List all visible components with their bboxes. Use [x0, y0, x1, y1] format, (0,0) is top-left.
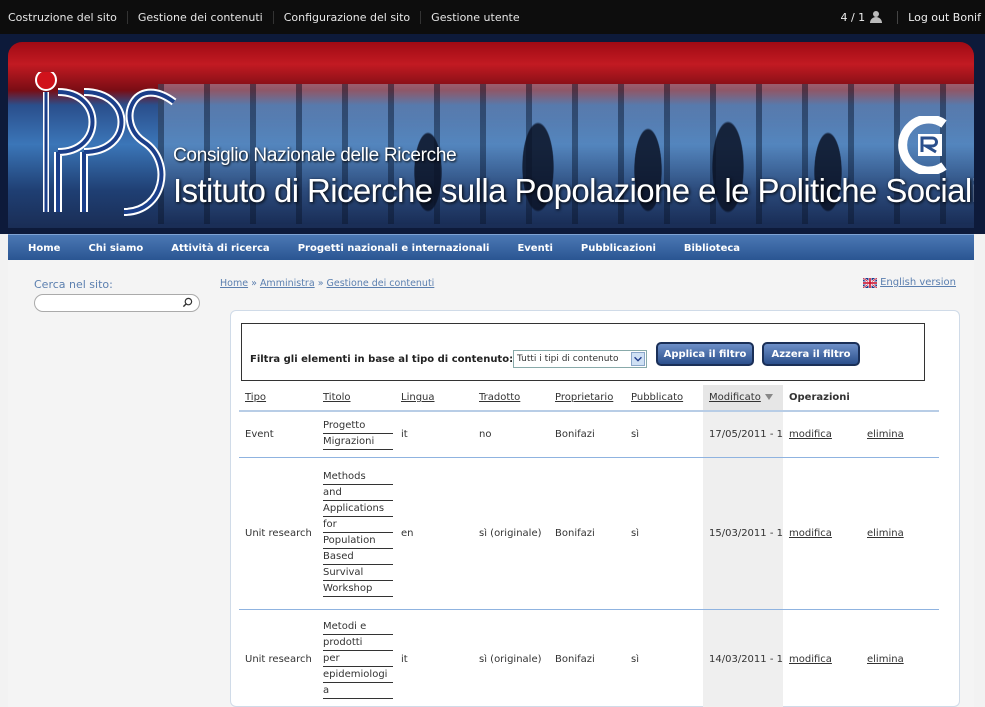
banner-title: Istituto di Ricerche sulla Popolazione e…: [173, 172, 974, 209]
nav-chi-siamo[interactable]: Chi siamo: [88, 243, 143, 254]
header-banner: Consiglio Nazionale delle Ricerche Istit…: [8, 42, 974, 228]
search-icon[interactable]: [182, 297, 193, 308]
nav-eventi[interactable]: Eventi: [517, 243, 552, 254]
cell-tradotto: no: [473, 411, 549, 458]
col-header-proprietario[interactable]: Proprietario: [549, 385, 625, 412]
edit-link[interactable]: modifica: [783, 609, 861, 707]
nav-progetti[interactable]: Progetti nazionali e internazionali: [298, 243, 490, 254]
table-row: Event Progetto Migrazioni it no Bonifazi …: [239, 411, 939, 458]
breadcrumb-home[interactable]: Home: [220, 278, 248, 289]
admin-menu-configurazione[interactable]: Configurazione del sito: [282, 10, 422, 24]
cell-titolo[interactable]: Progetto Migrazioni: [317, 411, 395, 458]
irpps-logo-icon[interactable]: [24, 72, 184, 222]
site-header: Consiglio Nazionale delle Ricerche Istit…: [0, 34, 985, 234]
cell-tipo: Unit research: [239, 609, 317, 707]
edit-link[interactable]: modifica: [783, 411, 861, 458]
table-row: Unit research Metodi e prodotti per epidemi…: [239, 609, 939, 707]
cell-lingua: it: [395, 411, 473, 458]
col-header-operazioni: Operazioni: [783, 385, 939, 412]
cell-lingua: en: [395, 457, 473, 610]
admin-menu: Costruzione del sito Gestione dei conten…: [6, 0, 538, 34]
cell-proprietario: Bonifazi: [549, 609, 625, 707]
breadcrumb-separator: »: [251, 278, 257, 289]
breadcrumb-amministra[interactable]: Amministra: [260, 278, 315, 289]
sidebar: Cerca nel sito:: [8, 260, 208, 707]
cell-tradotto: sì (originale): [473, 609, 549, 707]
nav-home[interactable]: Home: [28, 243, 60, 254]
edit-link[interactable]: modifica: [783, 457, 861, 610]
col-header-lingua[interactable]: Lingua: [395, 385, 473, 412]
table-row: Unit research Methods and Applications for P…: [239, 457, 939, 610]
cell-titolo[interactable]: Methods and Applications for Population Based…: [317, 457, 395, 610]
cell-lingua: it: [395, 609, 473, 707]
search-box: [34, 294, 200, 312]
content-table: Tipo Titolo Lingua Tradotto Proprietario…: [239, 385, 939, 707]
cell-proprietario: Bonifazi: [549, 411, 625, 458]
reset-filter-button[interactable]: Azzera il filtro: [762, 342, 860, 366]
cell-tradotto: sì (originale): [473, 457, 549, 610]
delete-link[interactable]: elimina: [861, 457, 939, 610]
main-navigation: Home Chi siamo Attività di ricerca Proge…: [8, 234, 974, 260]
cell-pubblicato: sì: [625, 609, 703, 707]
english-version-link[interactable]: English version: [863, 277, 956, 288]
content-panel: Filtra gli elementi in base al tipo di c…: [230, 310, 960, 707]
col-header-tipo[interactable]: Tipo: [239, 385, 317, 412]
delete-link[interactable]: elimina: [861, 609, 939, 707]
apply-filter-button[interactable]: Applica il filtro: [656, 342, 754, 366]
filter-label: Filtra gli elementi in base al tipo di c…: [250, 354, 514, 365]
filter-box: Filtra gli elementi in base al tipo di c…: [241, 323, 925, 381]
sort-desc-icon: [764, 394, 773, 400]
select-value: Tutti i tipi di contenuto: [517, 354, 619, 364]
search-input[interactable]: [43, 295, 183, 311]
cell-pubblicato: sì: [625, 457, 703, 610]
content-type-select[interactable]: Tutti i tipi di contenuto: [513, 350, 647, 368]
table-header-row: Tipo Titolo Lingua Tradotto Proprietario…: [239, 385, 939, 412]
chevron-down-icon: [631, 352, 645, 366]
breadcrumb-separator: »: [317, 278, 324, 289]
nav-biblioteca[interactable]: Biblioteca: [684, 243, 740, 254]
admin-menu-contenuti[interactable]: Gestione dei contenuti: [136, 10, 274, 24]
nav-pubblicazioni[interactable]: Pubblicazioni: [581, 243, 656, 254]
cell-proprietario: Bonifazi: [549, 457, 625, 610]
logout-link[interactable]: Log out Bonif: [897, 10, 981, 24]
online-users-count: 4 / 1: [840, 10, 866, 24]
uk-flag-icon: [863, 277, 878, 288]
cell-pubblicato: sì: [625, 411, 703, 458]
admin-menu-costruzione[interactable]: Costruzione del sito: [6, 10, 128, 24]
breadcrumb-current[interactable]: Gestione dei contenuti: [327, 278, 435, 289]
banner-subtitle: Consiglio Nazionale delle Ricerche: [173, 145, 457, 166]
cnr-logo-icon: [898, 116, 947, 174]
col-header-modificato[interactable]: Modificato: [703, 385, 783, 412]
cell-tipo: Unit research: [239, 457, 317, 610]
cell-modificato: 17/05/2011 - 1: [703, 411, 783, 458]
breadcrumb: Home » Amministra » Gestione dei contenu…: [220, 278, 434, 289]
col-header-pubblicato[interactable]: Pubblicato: [625, 385, 703, 412]
cell-tipo: Event: [239, 411, 317, 458]
col-header-tradotto[interactable]: Tradotto: [473, 385, 549, 412]
cell-modificato: 14/03/2011 - 1: [703, 609, 783, 707]
nav-attivita-ricerca[interactable]: Attività di ricerca: [171, 243, 269, 254]
admin-user-area: 4 / 1 Log out Bonif: [840, 0, 981, 34]
cell-modificato: 15/03/2011 - 1: [703, 457, 783, 610]
admin-menu-utente[interactable]: Gestione utente: [429, 11, 529, 24]
english-version-label: English version: [880, 277, 956, 288]
cell-titolo[interactable]: Metodi e prodotti per epidemiologi a: [317, 609, 395, 707]
col-header-titolo[interactable]: Titolo: [317, 385, 395, 412]
content-area: Cerca nel sito: Home » Amministra » Gest…: [8, 260, 974, 707]
delete-link[interactable]: elimina: [861, 411, 939, 458]
users-icon: [869, 11, 883, 23]
search-label: Cerca nel sito:: [34, 278, 113, 291]
admin-toolbar: Costruzione del sito Gestione dei conten…: [0, 0, 985, 34]
